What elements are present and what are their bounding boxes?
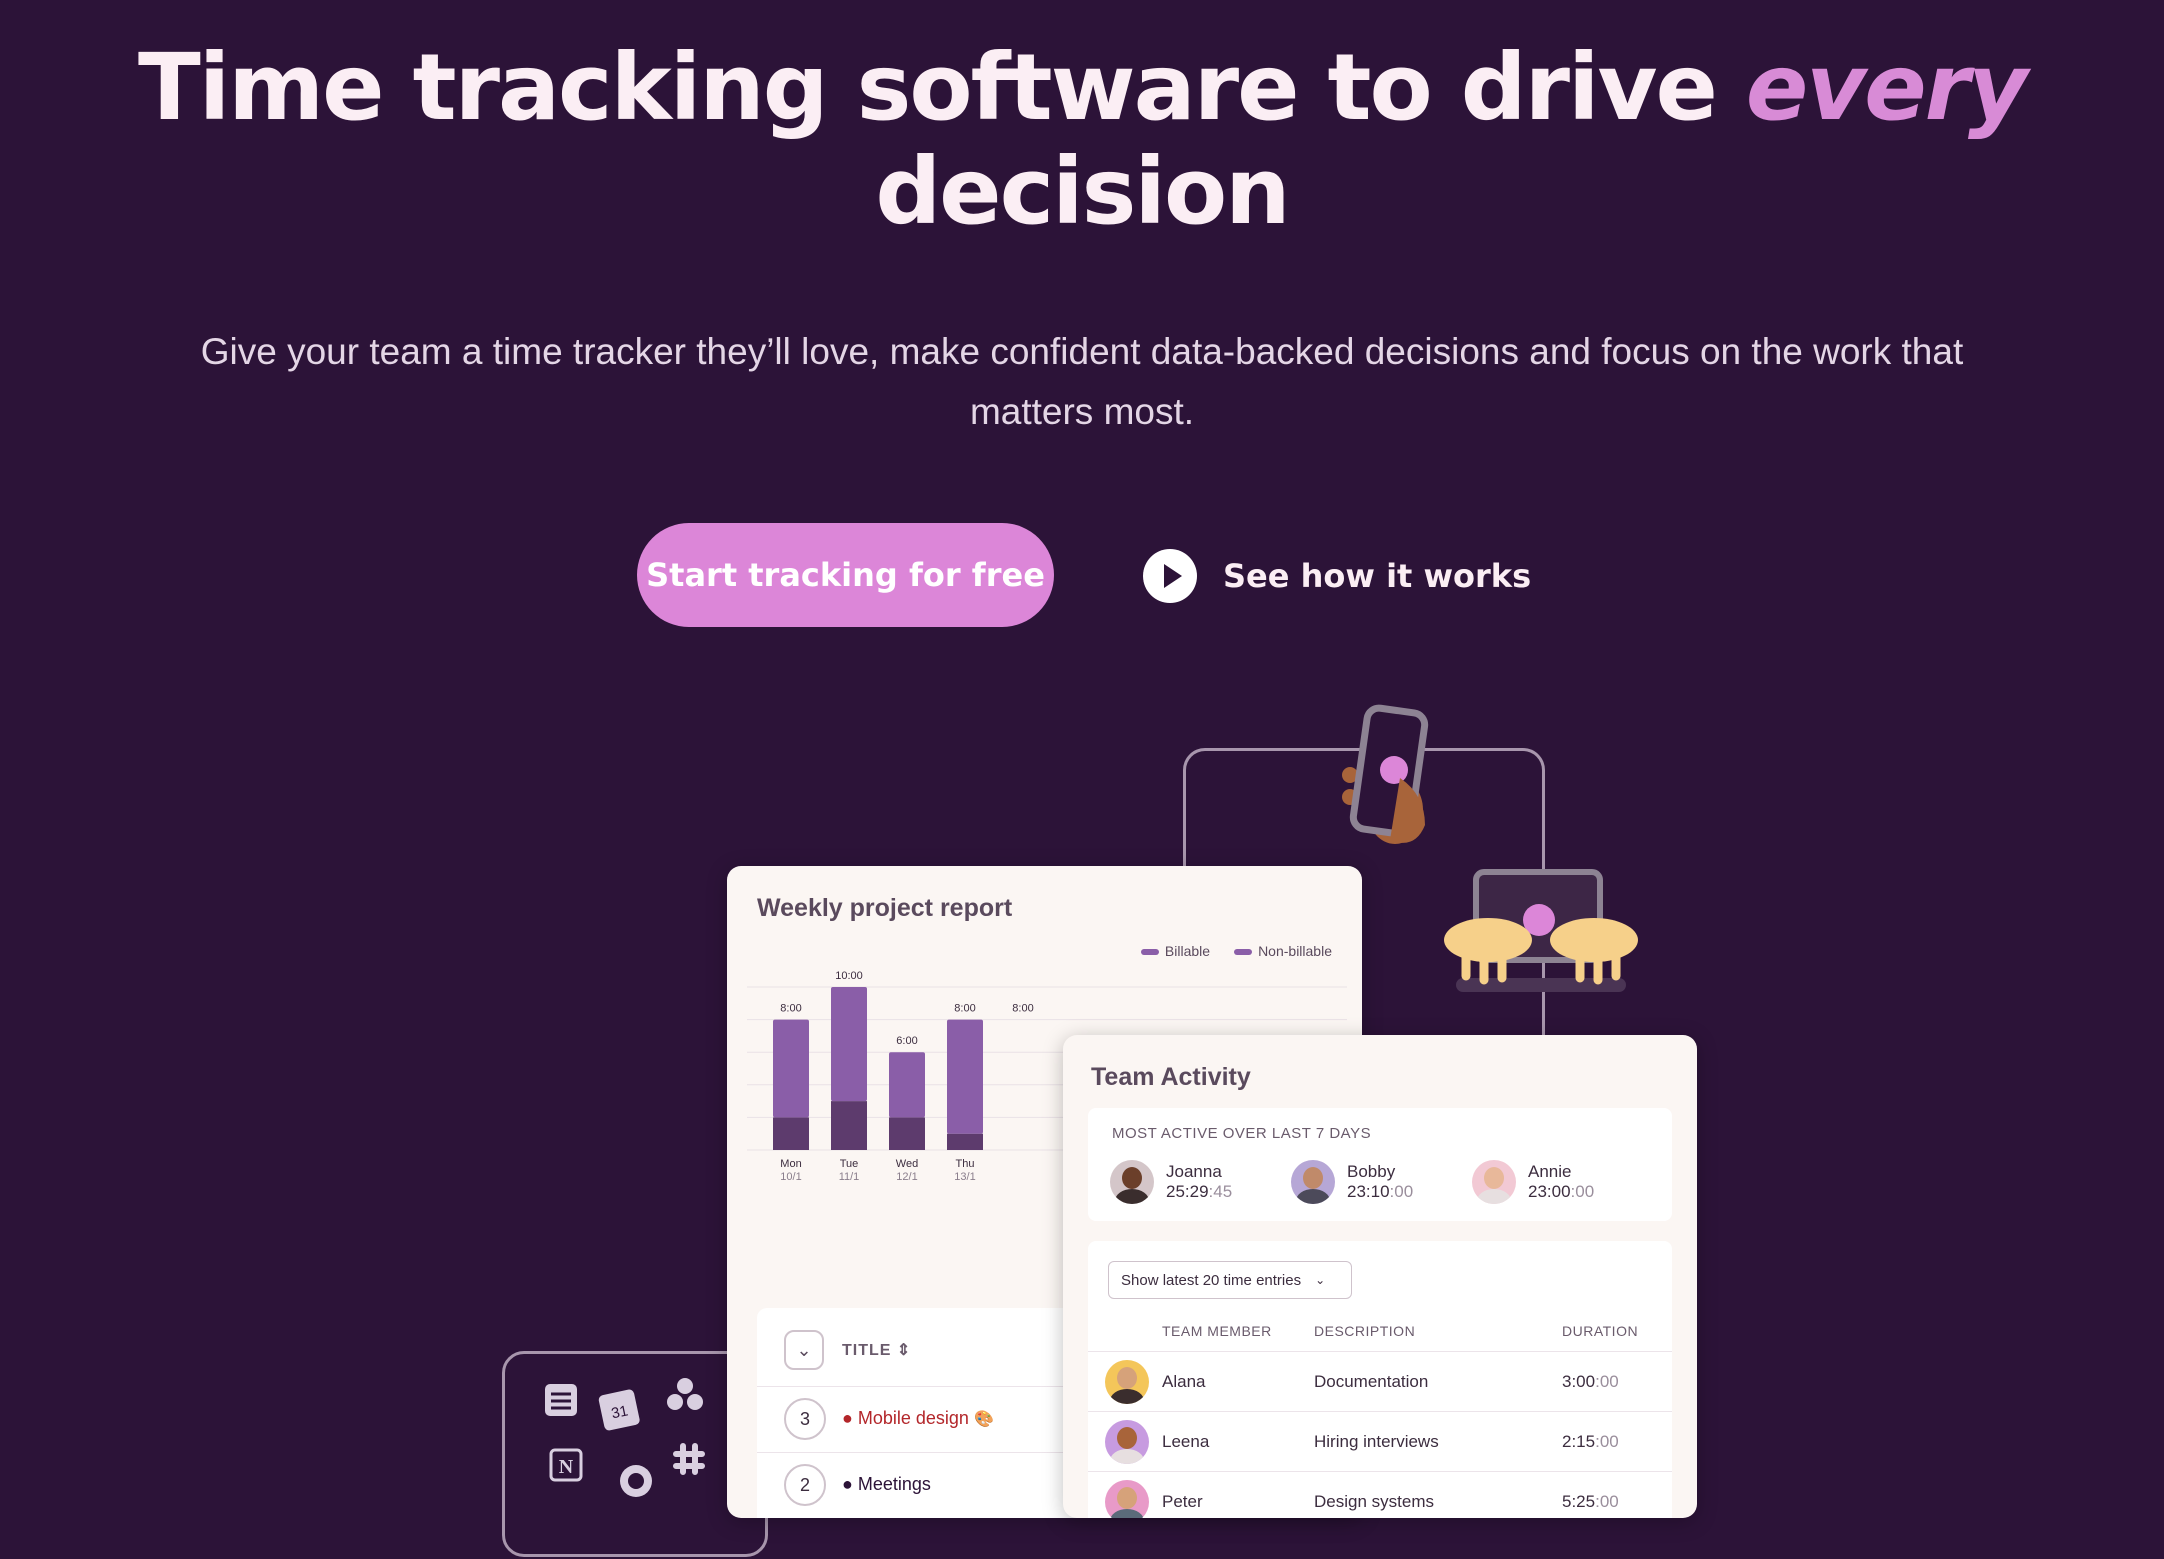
x-tick-day: Wed — [896, 1158, 918, 1170]
column-header-duration: DURATION — [1562, 1323, 1639, 1339]
bar-total-label: 10:00 — [835, 971, 863, 982]
row-count: 3 — [784, 1398, 826, 1440]
integration-icons: 31 N — [545, 1378, 705, 1497]
select-label: Show latest 20 time entries — [1121, 1271, 1302, 1289]
sort-icon: ⇕ — [896, 1342, 912, 1359]
entry-duration: 3:00:00 — [1562, 1372, 1619, 1391]
todoist-icon — [545, 1384, 577, 1416]
row-label: ● Mobile design 🎨 — [842, 1408, 994, 1428]
notion-icon: N — [549, 1448, 583, 1482]
team-activity-card: Team Activity MOST ACTIVE OVER LAST 7 DA… — [1063, 1035, 1697, 1518]
table-row[interactable]: Peter Design systems 5:25:00 — [1088, 1471, 1672, 1518]
active-member[interactable]: Annie 23:00:00 — [1472, 1160, 1594, 1204]
x-tick-date: 12/1 — [896, 1171, 917, 1183]
title-column-header[interactable]: TITLE ⇕ — [842, 1340, 911, 1360]
member-name: Joanna — [1166, 1162, 1222, 1181]
table-row[interactable]: Leena Hiring interviews 2:15:00 — [1088, 1411, 1672, 1472]
x-tick-day: Mon — [780, 1158, 801, 1170]
x-tick-day: Thu — [956, 1158, 975, 1170]
entry-description: Hiring interviews — [1314, 1432, 1439, 1451]
entry-description: Design systems — [1314, 1492, 1434, 1511]
avatar — [1472, 1160, 1516, 1204]
play-icon[interactable] — [1143, 549, 1197, 603]
bar-billable — [831, 987, 867, 1102]
github-icon — [620, 1465, 652, 1497]
entry-member: Leena — [1162, 1432, 1210, 1451]
column-header-description: DESCRIPTION — [1314, 1323, 1416, 1339]
entry-description: Documentation — [1314, 1372, 1429, 1391]
bar-billable — [773, 1019, 809, 1118]
x-tick-day: Tue — [840, 1158, 859, 1170]
x-tick-date: 11/1 — [839, 1171, 860, 1183]
row-label: ● Meetings — [842, 1474, 931, 1494]
entry-duration: 2:15:00 — [1562, 1432, 1619, 1451]
avatar — [1110, 1160, 1154, 1204]
bar-non-billable — [889, 1117, 925, 1150]
most-active-heading: MOST ACTIVE OVER LAST 7 DAYS — [1112, 1125, 1372, 1142]
bar-total-label: 8:00 — [1012, 1003, 1033, 1015]
member-name: Annie — [1528, 1162, 1572, 1181]
member-time: 25:29:45 — [1166, 1182, 1233, 1201]
member-time: 23:00:00 — [1528, 1182, 1595, 1201]
chart-legend: Billable Non-billable — [1140, 943, 1332, 959]
row-label-text: Meetings — [857, 1474, 931, 1494]
x-tick-date: 13/1 — [954, 1171, 975, 1183]
avatar — [1105, 1360, 1149, 1404]
hero-title-end: decision — [875, 138, 1290, 245]
hero-title-main: Time tracking software to drive — [138, 34, 1746, 141]
laptop-hands-illustration — [1444, 869, 1638, 992]
active-member[interactable]: Bobby 23:10:00 — [1291, 1160, 1413, 1204]
phone-hand-illustration — [1342, 704, 1429, 844]
see-how-it-works-link[interactable]: See how it works — [1143, 548, 1531, 604]
avatar — [1105, 1480, 1149, 1518]
entry-member: Alana — [1162, 1372, 1206, 1391]
team-activity-title: Team Activity — [1091, 1063, 1251, 1091]
row-label-text: Mobile design — [857, 1408, 969, 1428]
bar-non-billable — [831, 1101, 867, 1150]
avatar — [1291, 1160, 1335, 1204]
legend-billable: Billable — [1140, 943, 1211, 959]
legend-non-billable-label: Non-billable — [1258, 943, 1332, 959]
chevron-down-icon: ⌄ — [1315, 1273, 1326, 1287]
bar-billable — [889, 1052, 925, 1118]
hero-title: Time tracking software to drive every de… — [0, 36, 2164, 244]
entry-duration: 5:25:00 — [1562, 1492, 1619, 1511]
member-time: 23:10:00 — [1347, 1182, 1414, 1201]
table-row[interactable]: Alana Documentation 3:00:00 — [1088, 1351, 1672, 1412]
palette-icon: 🎨 — [973, 1411, 994, 1428]
calendar-icon: 31 — [598, 1389, 640, 1431]
time-entries-panel: Show latest 20 time entries ⌄ TEAM MEMBER… — [1088, 1241, 1672, 1518]
calendar-day: 31 — [610, 1402, 630, 1422]
most-active-panel: MOST ACTIVE OVER LAST 7 DAYS Joanna 25:29… — [1088, 1108, 1672, 1221]
entry-member: Peter — [1162, 1492, 1203, 1511]
legend-billable-label: Billable — [1164, 943, 1211, 959]
legend-non-billable: Non-billable — [1234, 943, 1332, 959]
member-name: Bobby — [1347, 1162, 1396, 1181]
slack-icon — [673, 1443, 705, 1475]
asana-icon — [667, 1378, 703, 1410]
weekly-report-title: Weekly project report — [757, 894, 1013, 922]
see-how-label: See how it works — [1223, 557, 1532, 595]
x-tick-date: 10/1 — [780, 1171, 801, 1183]
active-member[interactable]: Joanna 25:29:45 — [1110, 1160, 1232, 1204]
title-header-label: TITLE — [842, 1342, 892, 1359]
bar-total-label: 6:00 — [896, 1035, 917, 1047]
svg-text:N: N — [559, 1456, 574, 1478]
bar-billable — [947, 1019, 983, 1134]
avatar — [1105, 1420, 1149, 1464]
bar-total-label: 8:00 — [954, 1003, 975, 1015]
entries-count-select[interactable]: Show latest 20 time entries ⌄ — [1108, 1261, 1352, 1299]
bar-non-billable — [947, 1133, 983, 1150]
bar-total-label: 8:00 — [780, 1003, 801, 1015]
hero-title-accent: every — [1745, 34, 2028, 141]
column-header-member: TEAM MEMBER — [1162, 1323, 1272, 1339]
collapse-toggle-button[interactable]: ⌄ — [784, 1330, 824, 1370]
start-tracking-button[interactable]: Start tracking for free — [637, 523, 1054, 627]
row-count: 2 — [784, 1464, 826, 1506]
chevron-down-icon: ⌄ — [796, 1339, 812, 1360]
bar-non-billable — [773, 1117, 809, 1150]
hero-subtitle: Give your team a time tracker they’ll lo… — [200, 331, 1964, 432]
